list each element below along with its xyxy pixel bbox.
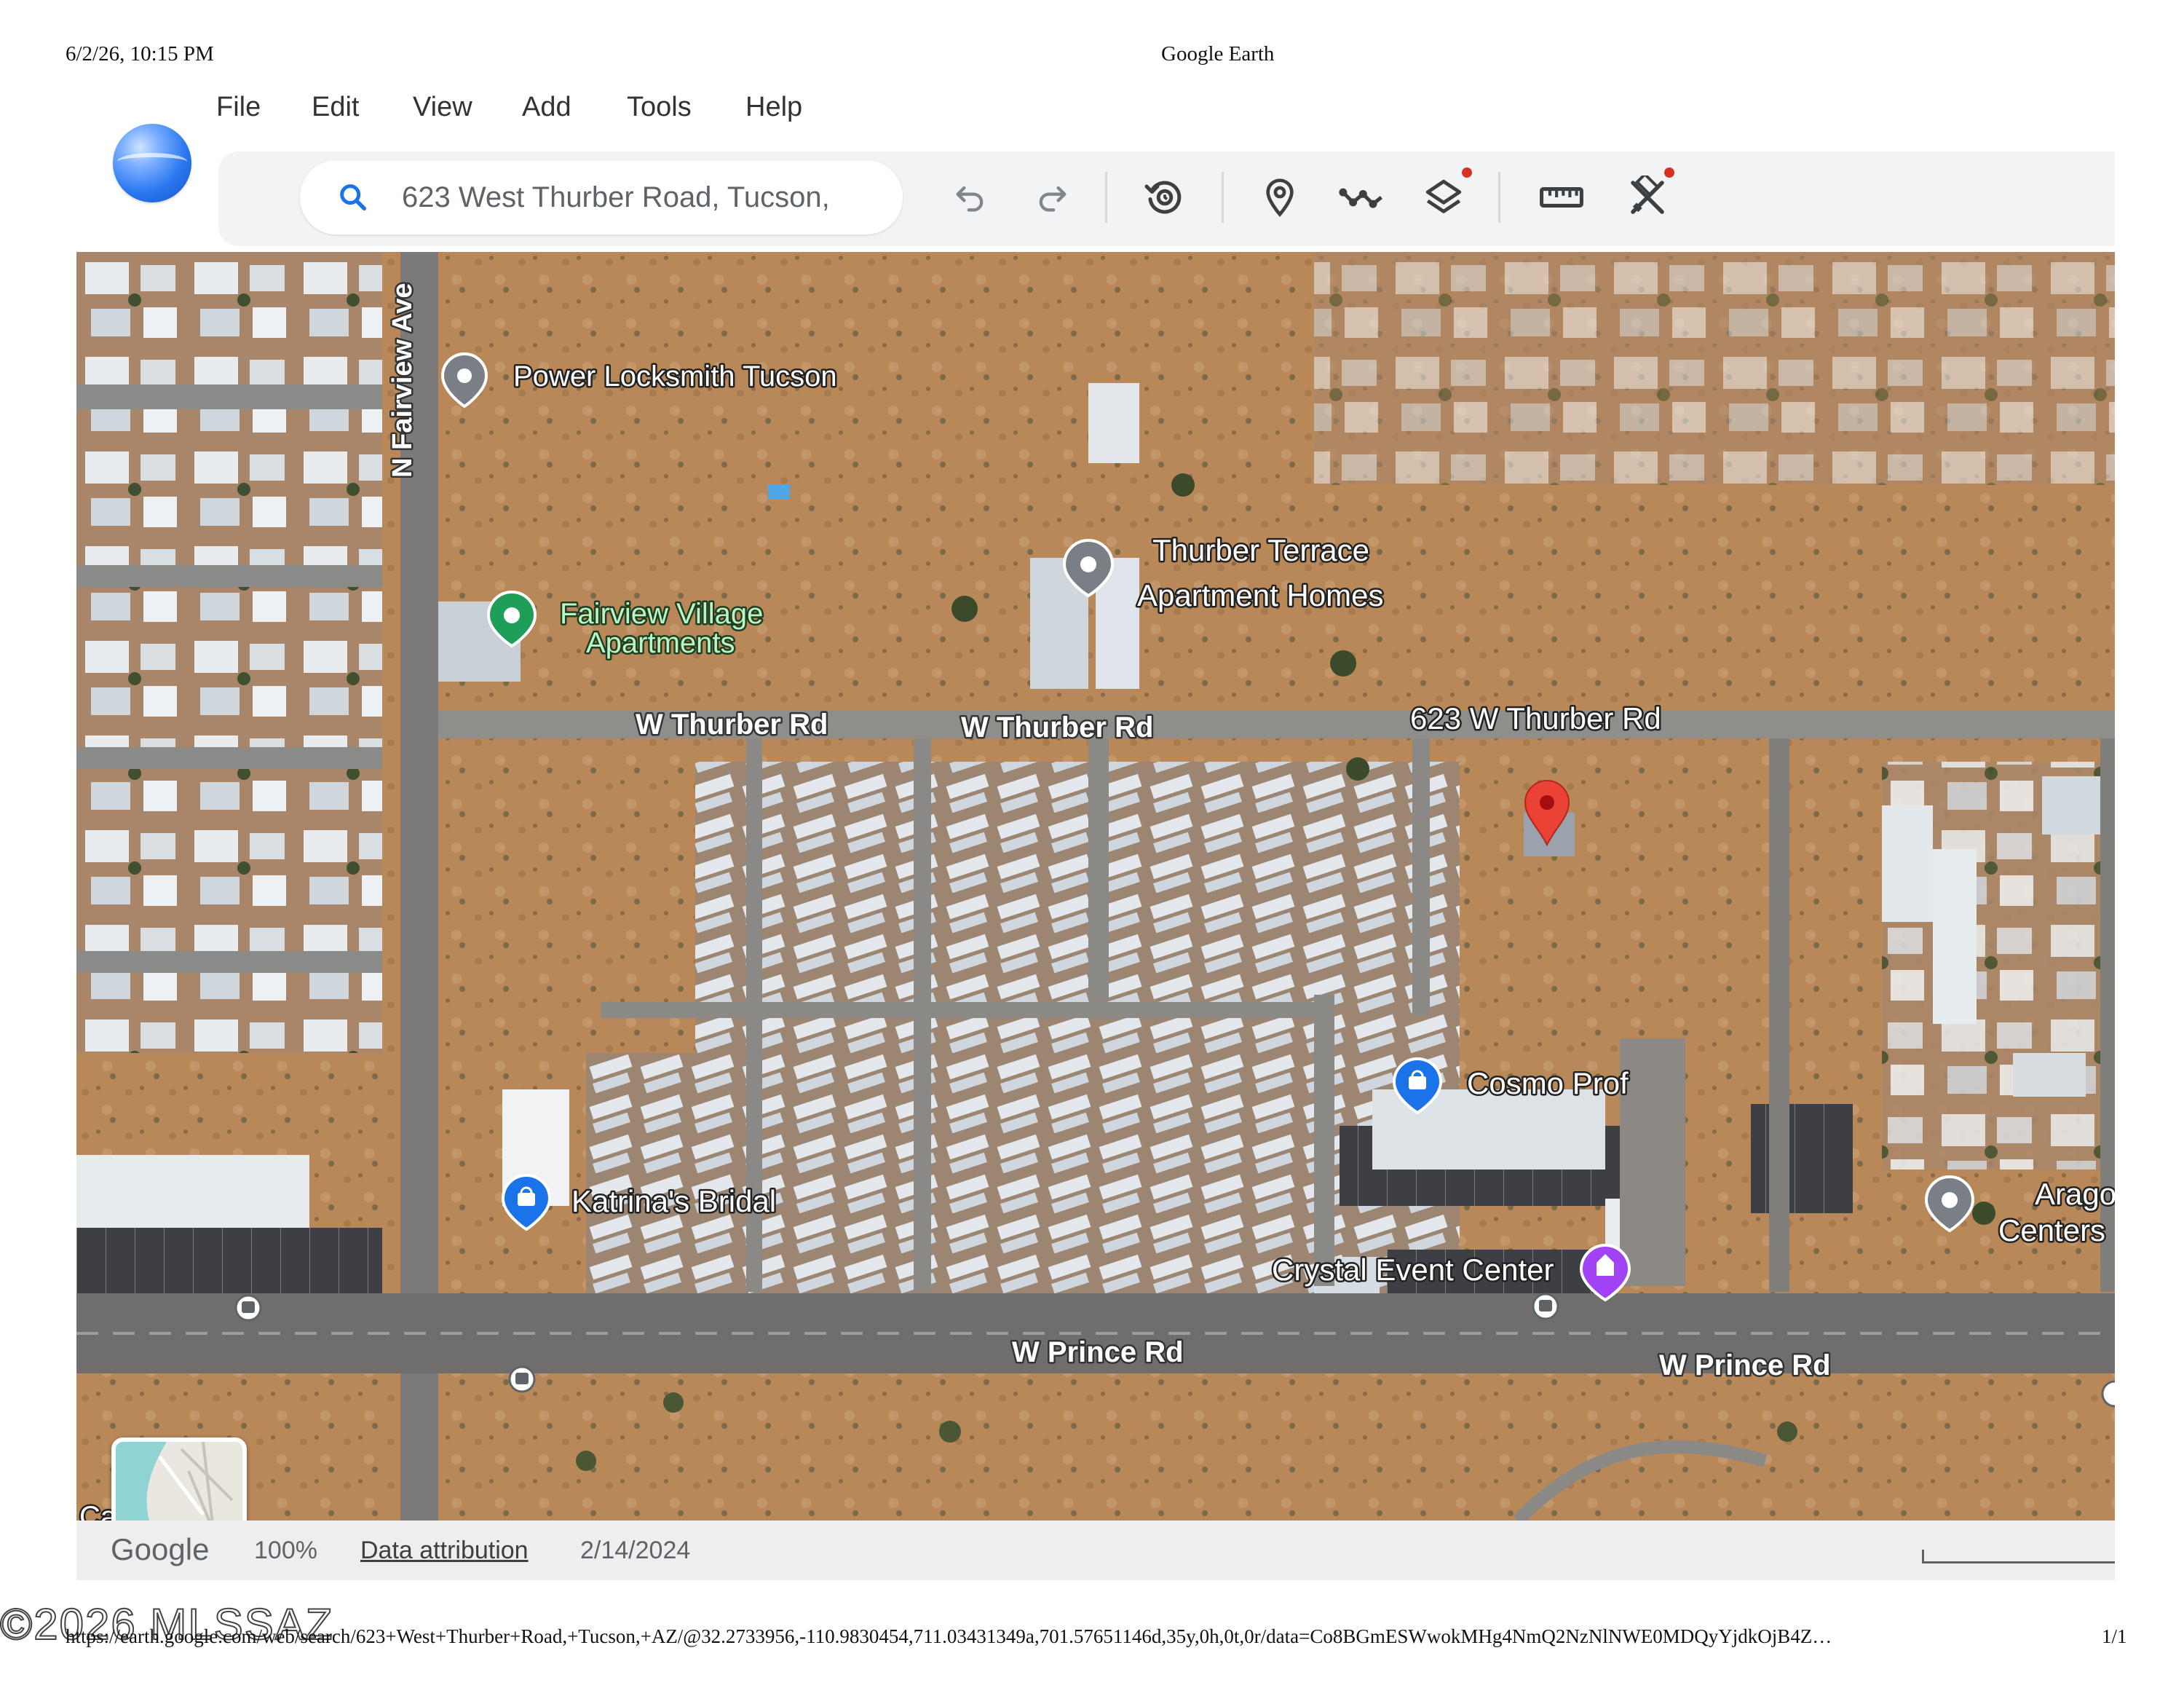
search-input[interactable] bbox=[400, 176, 891, 218]
toolbar bbox=[218, 151, 2115, 246]
bus-stop-icon[interactable] bbox=[234, 1294, 262, 1322]
google-earth-app: File Edit View Add Tools Help 623 West T… bbox=[76, 79, 2115, 1580]
road-label-thurber-1: W Thurber Rd bbox=[636, 709, 828, 741]
path-icon[interactable] bbox=[1337, 173, 1385, 221]
search-box bbox=[300, 160, 903, 234]
bus-stop-icon[interactable] bbox=[1532, 1293, 1559, 1320]
place-label-arago-2[interactable]: Centers bbox=[1997, 1212, 2108, 1250]
road-label-thurber-2: W Thurber Rd bbox=[961, 711, 1153, 744]
zoom-level: 100% bbox=[254, 1537, 317, 1564]
imagery-date: 2/14/2024 bbox=[580, 1537, 691, 1564]
place-label-crystal-event[interactable]: Crystal Event Center bbox=[1270, 1251, 1556, 1289]
search-icon[interactable] bbox=[336, 181, 370, 214]
road-label-prince-2: W Prince Rd bbox=[1659, 1349, 1831, 1381]
toolbar-divider bbox=[1105, 172, 1107, 223]
map-style-toggle[interactable] bbox=[111, 1437, 247, 1521]
scale-bar bbox=[1922, 1550, 2115, 1563]
redo-icon[interactable] bbox=[1028, 173, 1076, 221]
print-title: Google Earth bbox=[1161, 42, 1275, 66]
place-label-fairview-2[interactable]: Apartments bbox=[585, 626, 737, 661]
menu-edit[interactable]: Edit bbox=[312, 92, 359, 123]
layers-icon[interactable] bbox=[1420, 173, 1468, 221]
menu-tools[interactable]: Tools bbox=[627, 92, 692, 123]
map-style-thumbnail-icon bbox=[116, 1442, 242, 1521]
satellite-imagery[interactable]: N Fairview Ave W Thurber Rd W Thurber Rd… bbox=[76, 252, 2115, 1521]
menu-add[interactable]: Add bbox=[522, 92, 571, 123]
place-label-fairview-1[interactable]: Fairview Village bbox=[558, 596, 765, 632]
projects-icon[interactable] bbox=[1623, 173, 1671, 221]
bus-stop-icon[interactable] bbox=[508, 1365, 536, 1393]
menu-help[interactable]: Help bbox=[745, 92, 802, 123]
status-bar: Google 100% Data attribution 2/14/2024 bbox=[76, 1521, 2115, 1580]
satellite-map[interactable]: N Fairview Ave W Thurber Rd W Thurber Rd… bbox=[76, 252, 2115, 1521]
place-label-katrinas-bridal[interactable]: Katrina's Bridal bbox=[570, 1183, 778, 1220]
history-icon[interactable] bbox=[1141, 173, 1189, 221]
placemark-icon[interactable] bbox=[1256, 173, 1304, 221]
menu-bar: File Edit View Add Tools Help bbox=[76, 79, 2115, 149]
place-label-thurber-terrace-1[interactable]: Thurber Terrace bbox=[1151, 532, 1372, 569]
undo-icon[interactable] bbox=[946, 173, 994, 221]
road-label-fairview: N Fairview Ave bbox=[387, 283, 418, 478]
place-label-thurber-terrace-2[interactable]: Apartment Homes bbox=[1136, 577, 1385, 615]
place-label-cosmo-prof[interactable]: Cosmo Prof bbox=[1465, 1065, 1631, 1103]
measure-icon[interactable] bbox=[1538, 173, 1586, 221]
toolbar-divider bbox=[1498, 172, 1500, 223]
road-label-address: 623 W Thurber Rd bbox=[1410, 701, 1661, 735]
layers-notification-dot bbox=[1462, 167, 1472, 178]
print-url: https://earth.google.com/web/search/623+… bbox=[66, 1625, 1832, 1647]
place-label-power-locksmith[interactable]: Power Locksmith Tucson bbox=[512, 359, 839, 395]
google-earth-logo[interactable] bbox=[113, 124, 191, 202]
toolbar-divider bbox=[1222, 172, 1224, 223]
projects-notification-dot bbox=[1664, 167, 1674, 178]
place-label-arago-1[interactable]: Arago bbox=[2033, 1175, 2116, 1213]
data-attribution-link[interactable]: Data attribution bbox=[360, 1537, 529, 1565]
road-label-prince-1: W Prince Rd bbox=[1012, 1336, 1184, 1368]
google-logo: Google bbox=[111, 1532, 210, 1566]
menu-file[interactable]: File bbox=[216, 92, 261, 123]
print-page-number: 1/1 bbox=[2102, 1625, 2127, 1647]
print-datetime: 6/2/26, 10:15 PM bbox=[66, 42, 214, 66]
menu-view[interactable]: View bbox=[413, 92, 472, 123]
